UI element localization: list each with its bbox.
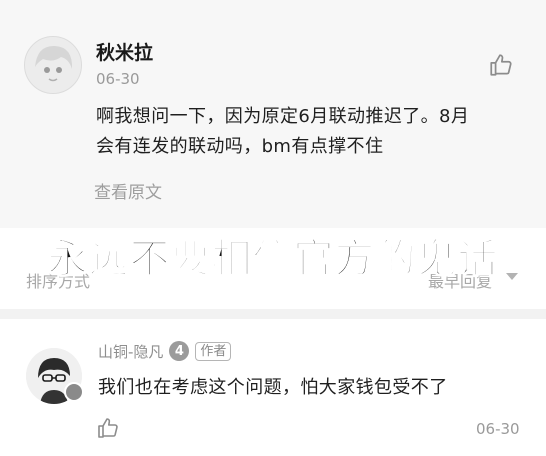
verified-badge-icon bbox=[64, 382, 84, 402]
comment-content-line: 会有连发的联动吗，bm有点撑不住 bbox=[96, 136, 384, 157]
comment-date: 06-30 bbox=[476, 420, 520, 438]
author-tag: 作者 bbox=[195, 341, 232, 361]
thumbs-up-icon[interactable] bbox=[488, 52, 514, 78]
comment-author-row: 山铜-隐凡 4 作者 bbox=[98, 340, 232, 362]
overlay-caption: 永远不要相信官方的鬼话 bbox=[47, 235, 499, 283]
avatar[interactable] bbox=[24, 36, 82, 94]
thumbs-up-icon[interactable] bbox=[96, 416, 120, 440]
comment-content: 我们也在考虑这个问题，怕大家钱包受不了 bbox=[98, 377, 448, 398]
level-badge: 4 bbox=[169, 341, 190, 361]
section-divider bbox=[0, 309, 546, 319]
comment-username[interactable]: 山铜-隐凡 bbox=[98, 341, 163, 362]
comment-content: 啊我想问一下，因为原定6月联动推迟了。8月 会有连发的联动吗，bm有点撑不住 bbox=[96, 102, 526, 162]
view-original-link[interactable]: 查看原文 bbox=[94, 178, 162, 203]
comment-date: 06-30 bbox=[96, 70, 140, 88]
comment-username[interactable]: 秋米拉 bbox=[96, 38, 153, 65]
comment-content-line: 啊我想问一下，因为原定6月联动推迟了。8月 bbox=[96, 106, 470, 127]
